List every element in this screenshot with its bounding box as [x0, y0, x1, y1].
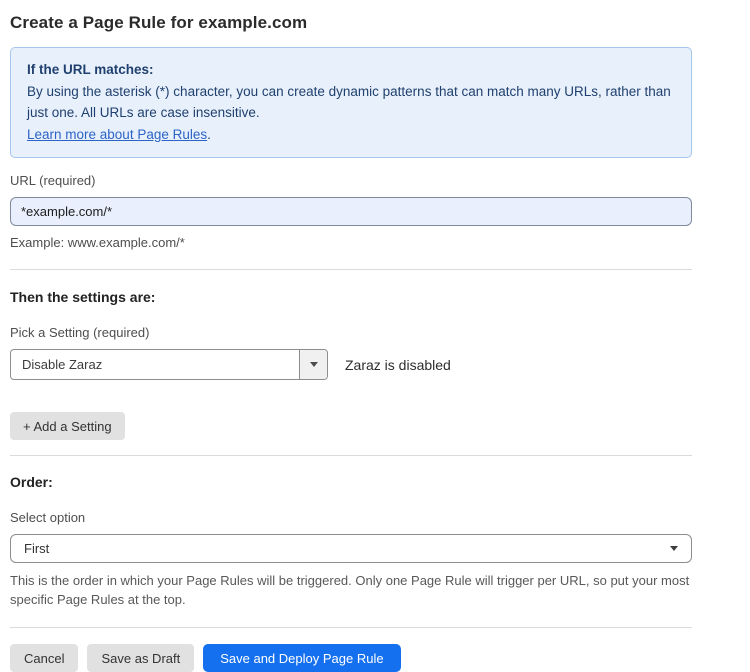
- divider: [10, 269, 692, 270]
- url-example-helper: Example: www.example.com/*: [10, 233, 692, 252]
- setting-select-arrow-button[interactable]: [299, 350, 327, 379]
- info-box-heading: If the URL matches:: [27, 59, 675, 80]
- order-section-heading: Order:: [10, 474, 692, 490]
- setting-select[interactable]: Disable Zaraz: [10, 349, 328, 380]
- setting-select-value: Disable Zaraz: [11, 350, 299, 379]
- pick-setting-label: Pick a Setting (required): [10, 325, 692, 340]
- info-link-line: Learn more about Page Rules.: [27, 124, 675, 145]
- divider: [10, 455, 692, 456]
- page-rule-form: Create a Page Rule for example.com If th…: [10, 13, 692, 672]
- footer-actions: Cancel Save as Draft Save and Deploy Pag…: [10, 644, 692, 672]
- add-setting-button[interactable]: + Add a Setting: [10, 412, 125, 440]
- settings-section-heading: Then the settings are:: [10, 289, 692, 305]
- divider: [10, 627, 692, 628]
- dropdown-arrow-icon: [670, 546, 678, 551]
- link-suffix: .: [207, 127, 211, 142]
- save-as-draft-button[interactable]: Save as Draft: [87, 644, 194, 672]
- zaraz-status-text: Zaraz is disabled: [345, 357, 451, 373]
- setting-row: Disable Zaraz Zaraz is disabled: [10, 349, 692, 380]
- save-and-deploy-button[interactable]: Save and Deploy Page Rule: [203, 644, 400, 672]
- order-select[interactable]: First: [10, 534, 692, 563]
- dropdown-arrow-icon: [310, 362, 318, 367]
- info-box-body: By using the asterisk (*) character, you…: [27, 81, 675, 123]
- learn-more-link[interactable]: Learn more about Page Rules: [27, 127, 207, 142]
- order-select-value: First: [24, 541, 670, 556]
- url-input[interactable]: [10, 197, 692, 226]
- page-title: Create a Page Rule for example.com: [10, 13, 692, 33]
- cancel-button[interactable]: Cancel: [10, 644, 78, 672]
- url-field-label: URL (required): [10, 173, 692, 188]
- url-matches-info-box: If the URL matches: By using the asteris…: [10, 47, 692, 158]
- order-helper-text: This is the order in which your Page Rul…: [10, 571, 692, 609]
- order-select-label: Select option: [10, 510, 692, 525]
